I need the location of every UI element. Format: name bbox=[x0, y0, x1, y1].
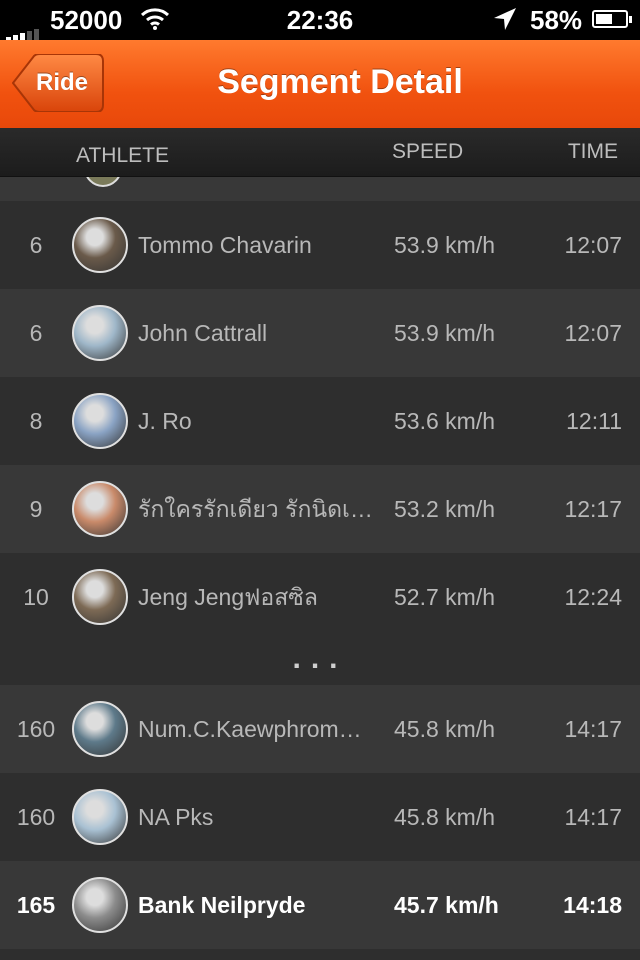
athlete-name: Jeng Jengฟอสซิล bbox=[138, 584, 318, 610]
page-title: Segment Detail bbox=[217, 63, 463, 101]
time: 14:17 bbox=[564, 716, 622, 742]
leaderboard-row[interactable]: 160 NA Pks 45.8 km/h 14:17 bbox=[0, 773, 640, 861]
avatar bbox=[72, 305, 128, 361]
battery-icon bbox=[592, 10, 632, 28]
partial-row bbox=[0, 177, 640, 201]
rank: 10 bbox=[23, 584, 49, 610]
column-time: TIME bbox=[567, 140, 618, 163]
column-speed: SPEED bbox=[392, 140, 464, 163]
speed: 53.2 km/h bbox=[394, 496, 495, 522]
leaderboard-gap-indicator: ... bbox=[0, 641, 640, 685]
rank: 160 bbox=[16, 804, 56, 830]
rank: 6 bbox=[29, 232, 43, 258]
leaderboard-row[interactable]: 8 J. Ro 53.6 km/h 12:11 bbox=[0, 377, 640, 465]
time: 14:17 bbox=[564, 804, 622, 830]
speed: 53.9 km/h bbox=[394, 320, 495, 346]
rank: 165 bbox=[16, 892, 56, 918]
partial-row bbox=[0, 949, 640, 960]
location-arrow-icon bbox=[492, 6, 518, 39]
leaderboard-row[interactable]: 6 John Cattrall 53.9 km/h 12:07 bbox=[0, 289, 640, 377]
avatar bbox=[72, 701, 128, 757]
time: 12:07 bbox=[564, 320, 622, 346]
speed: 45.7 km/h bbox=[394, 892, 499, 918]
rank: 8 bbox=[29, 408, 43, 434]
avatar bbox=[72, 569, 128, 625]
rank: 160 bbox=[16, 716, 56, 742]
athlete-name: Bank Neilpryde bbox=[138, 892, 306, 918]
status-bar: 52000 22:36 58% bbox=[0, 0, 640, 43]
rank: 6 bbox=[29, 320, 43, 346]
column-athlete: ATHLETE bbox=[76, 144, 169, 167]
athlete-name: J. Ro bbox=[138, 408, 192, 434]
leaderboard-list[interactable]: 6 Tommo Chavarin 53.9 km/h 12:07 6 John … bbox=[0, 177, 640, 960]
column-header: ATHLETE SPEED TIME bbox=[0, 128, 640, 177]
time: 12:24 bbox=[564, 584, 622, 610]
back-button-label: Ride bbox=[36, 69, 89, 96]
rank: 9 bbox=[29, 496, 43, 522]
avatar bbox=[72, 393, 128, 449]
time: 12:11 bbox=[566, 408, 622, 434]
leaderboard-row[interactable]: 9 รักใครรักเดียว รักนิดเดียว… 53.2 km/h … bbox=[0, 465, 640, 553]
speed: 52.7 km/h bbox=[394, 584, 495, 610]
leaderboard-row[interactable]: 10 Jeng Jengฟอสซิล 52.7 km/h 12:24 bbox=[0, 553, 640, 641]
speed: 45.8 km/h bbox=[394, 804, 495, 830]
avatar bbox=[72, 877, 128, 933]
speed: 45.8 km/h bbox=[394, 716, 495, 742]
leaderboard-row[interactable]: 160 Num.C.Kaewphrom… 45.8 km/h 14:17 bbox=[0, 685, 640, 773]
leaderboard-row[interactable]: 6 Tommo Chavarin 53.9 km/h 12:07 bbox=[0, 201, 640, 289]
time: 14:18 bbox=[563, 892, 622, 918]
back-button[interactable]: Ride bbox=[12, 54, 104, 112]
avatar bbox=[72, 789, 128, 845]
athlete-name: Num.C.Kaewphrom… bbox=[138, 716, 362, 742]
speed: 53.6 km/h bbox=[394, 408, 495, 434]
athlete-name: John Cattrall bbox=[138, 320, 268, 346]
speed: 53.9 km/h bbox=[394, 232, 495, 258]
athlete-name: Tommo Chavarin bbox=[138, 232, 312, 258]
battery-percent: 58% bbox=[530, 5, 583, 35]
avatar bbox=[72, 481, 128, 537]
avatar bbox=[84, 177, 122, 187]
time: 12:17 bbox=[564, 496, 622, 522]
athlete-name: รักใครรักเดียว รักนิดเดียว… bbox=[138, 496, 374, 522]
athlete-name: NA Pks bbox=[138, 804, 214, 830]
time: 12:07 bbox=[564, 232, 622, 258]
current-athlete-row[interactable]: 165 Bank Neilpryde 45.7 km/h 14:18 bbox=[0, 861, 640, 949]
avatar bbox=[72, 217, 128, 273]
navigation-bar: Ride Segment Detail bbox=[0, 40, 640, 129]
